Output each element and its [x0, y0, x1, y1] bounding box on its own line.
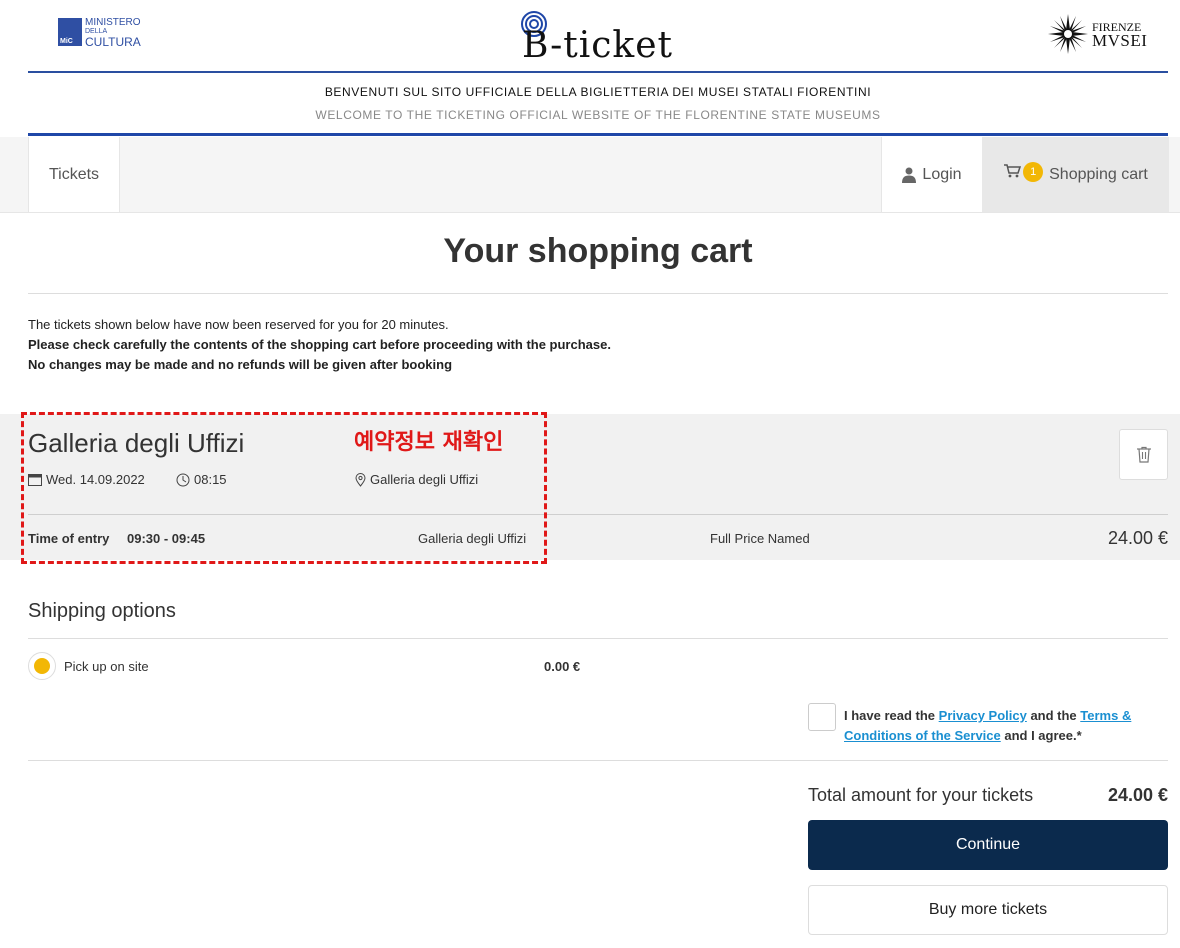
shipping-divider	[28, 638, 1168, 639]
terms-checkbox[interactable]	[808, 703, 836, 731]
welcome-banner: BENVENUTI SUL SITO UFFICIALE DELLA BIGLI…	[28, 84, 1168, 123]
main-navbar: Tickets Login 1 Shopping cart	[0, 137, 1180, 213]
terms-agreement-text: I have read the Privacy Policy and the T…	[844, 708, 1132, 743]
nav-login[interactable]: Login	[881, 137, 982, 212]
item-price: 24.00 €	[1107, 528, 1168, 548]
user-icon	[902, 167, 917, 183]
ticket-type: Full Price Named	[710, 531, 810, 546]
firenze-musei-logo[interactable]: FIRENZE MVSEI	[1048, 14, 1147, 54]
ministero-cultura-logo[interactable]: MINISTERO DELLA CULTURA	[58, 18, 141, 48]
annotation-label: 예약정보 재확인	[354, 430, 504, 455]
welcome-divider	[28, 133, 1168, 136]
header-divider	[28, 71, 1168, 73]
total-value: 24.00 €	[1107, 785, 1168, 805]
agreement-divider	[28, 760, 1168, 761]
welcome-text-italian: BENVENUTI SUL SITO UFFICIALE DELLA BIGLI…	[324, 85, 872, 99]
notice-line-1: The tickets shown below have now been re…	[28, 317, 449, 332]
cart-icon	[1004, 163, 1022, 177]
cart-count-badge: 1	[1023, 161, 1044, 182]
nav-tickets[interactable]: Tickets	[28, 137, 120, 212]
continue-button[interactable]: Continue	[808, 820, 1168, 870]
welcome-text-english: WELCOME TO THE TICKETING OFFICIAL WEBSIT…	[315, 108, 881, 122]
nav-login-label: Login	[922, 165, 962, 183]
bticket-logo[interactable]: B-ticket	[520, 10, 680, 66]
firenze-star-icon	[1048, 14, 1088, 54]
site-header: MINISTERO DELLA CULTURA B-ticket	[0, 0, 1180, 72]
mic-emblem-icon	[58, 18, 82, 46]
delete-item-button[interactable]	[1119, 429, 1168, 480]
brand-name: B-ticket	[522, 25, 674, 66]
pickup-radio[interactable]	[28, 652, 56, 680]
title-divider	[28, 293, 1168, 294]
shipping-title: Shipping options	[28, 600, 176, 622]
radio-selected-dot	[34, 658, 50, 674]
page-title: Your shopping cart	[443, 232, 753, 270]
notice-line-2: Please check carefully the contents of t…	[28, 337, 611, 352]
buy-more-tickets-button[interactable]: Buy more tickets	[808, 885, 1168, 935]
reservation-notice: The tickets shown below have now been re…	[28, 315, 611, 375]
trash-icon	[1136, 446, 1151, 463]
notice-line-3: No changes may be made and no refunds wi…	[28, 357, 453, 372]
total-label: Total amount for your tickets	[808, 785, 1034, 805]
nav-shopping-cart[interactable]: 1 Shopping cart	[982, 137, 1169, 212]
pickup-price: 0.00 €	[544, 659, 581, 674]
privacy-policy-link[interactable]: Privacy Policy	[939, 708, 1027, 723]
pickup-label: Pick up on site	[64, 659, 149, 674]
nav-cart-label: Shopping cart	[1049, 165, 1148, 183]
